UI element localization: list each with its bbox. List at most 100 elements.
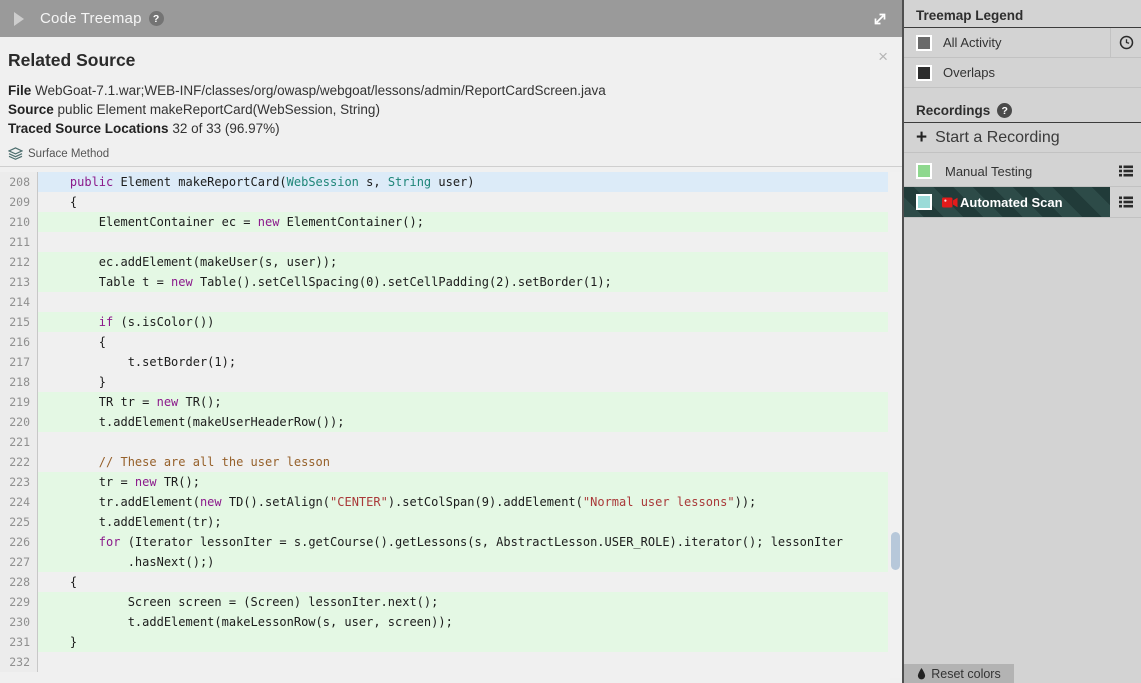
code-text: Table t = new Table().setCellSpacing(0).… xyxy=(38,272,888,292)
code-line-212[interactable]: 212 ec.addElement(makeUser(s, user)); xyxy=(0,252,888,272)
line-number: 216 xyxy=(0,332,38,352)
manual-testing-label: Manual Testing xyxy=(945,163,1033,179)
code-line-209[interactable]: 209 { xyxy=(0,192,888,212)
code-line-225[interactable]: 225 t.addElement(tr); xyxy=(0,512,888,532)
traced-locations-label: Traced Source Locations xyxy=(8,121,169,136)
line-number: 213 xyxy=(0,272,38,292)
source-label: Source xyxy=(8,102,54,117)
code-text: // These are all the user lesson xyxy=(41,455,330,469)
code-text: for (Iterator lessonIter = s.getCourse()… xyxy=(38,532,888,552)
close-icon[interactable]: × xyxy=(878,48,888,65)
source-value: public Element makeReportCard(WebSession… xyxy=(57,102,380,117)
surface-method-label: Surface Method xyxy=(28,147,110,160)
list-icon xyxy=(1118,196,1133,208)
code-line-226[interactable]: 226 for (Iterator lessonIter = s.getCour… xyxy=(0,532,888,552)
automated-scan-menu-button[interactable] xyxy=(1110,187,1141,217)
legend-item-all-activity[interactable]: All Activity xyxy=(904,28,1141,58)
layers-icon xyxy=(8,147,23,160)
code-text: t.addElement(makeUserHeaderRow()); xyxy=(38,412,888,432)
related-source-title: Related Source xyxy=(8,50,136,70)
code-line-222[interactable]: 222 // These are all the user lesson xyxy=(0,452,888,472)
line-number: 209 xyxy=(0,192,38,212)
line-number: 232 xyxy=(0,652,38,672)
code-line-217[interactable]: 217 t.setBorder(1); xyxy=(0,352,888,372)
line-number: 214 xyxy=(0,292,38,312)
code-treemap-app: Code Treemap ? Related Source × File Web… xyxy=(0,0,1141,683)
start-recording-button[interactable]: + Start a Recording xyxy=(904,123,1141,153)
recordings-title: Recordings ? xyxy=(904,95,1141,122)
separator-line xyxy=(0,166,902,167)
code-line-230[interactable]: 230 t.addElement(makeLessonRow(s, user, … xyxy=(0,612,888,632)
related-source-header: Related Source × xyxy=(0,37,902,71)
legend-item-overlaps[interactable]: Overlaps xyxy=(904,58,1141,88)
code-line-218[interactable]: 218 } xyxy=(0,372,888,392)
code-line-215[interactable]: 215 if (s.isColor()) xyxy=(0,312,888,332)
file-value: WebGoat-7.1.war;WEB-INF/classes/org/owas… xyxy=(35,83,606,98)
automated-scan-swatch xyxy=(916,194,932,210)
code-text: ElementContainer ec = new ElementContain… xyxy=(38,212,888,232)
code-line-211[interactable]: 211 xyxy=(0,232,888,252)
overlaps-label: Overlaps xyxy=(943,65,996,80)
line-number: 224 xyxy=(0,492,38,512)
line-number: 218 xyxy=(0,372,38,392)
expand-icon[interactable] xyxy=(872,11,888,27)
code-line-221[interactable]: 221 xyxy=(0,432,888,452)
code-text: tr.addElement(new TD().setAlign("CENTER"… xyxy=(38,492,888,512)
recording-item-manual-testing[interactable]: Manual Testing xyxy=(904,156,1141,187)
code-text: if (s.isColor()) xyxy=(38,312,888,332)
line-number: 217 xyxy=(0,352,38,372)
droplet-icon xyxy=(918,667,926,679)
traced-locations-value: 32 of 33 (96.97%) xyxy=(172,121,280,136)
recording-item-automated-scan[interactable]: Automated Scan xyxy=(904,187,1141,218)
all-activity-swatch xyxy=(916,34,932,51)
code-line-228[interactable]: 228 { xyxy=(0,572,888,592)
clock-icon xyxy=(1119,35,1133,50)
line-number: 225 xyxy=(0,512,38,532)
surface-method-row: Surface Method xyxy=(0,138,902,162)
code-text: t.addElement(tr); xyxy=(38,512,888,532)
code-treemap-header: Code Treemap ? xyxy=(0,0,902,37)
code-line-227[interactable]: 227 .hasNext();) xyxy=(0,552,888,572)
code-text: { xyxy=(41,195,78,209)
code-text: ec.addElement(makeUser(s, user)); xyxy=(38,252,888,272)
help-icon[interactable]: ? xyxy=(148,11,164,26)
code-line-208[interactable]: 208 public Element makeReportCard(WebSes… xyxy=(0,172,888,192)
code-scrollbar-thumb[interactable] xyxy=(891,532,900,570)
code-line-232[interactable]: 232 xyxy=(0,652,888,672)
code-line-216[interactable]: 216 { xyxy=(0,332,888,352)
list-icon xyxy=(1118,165,1133,177)
code-text: Screen screen = (Screen) lessonIter.next… xyxy=(38,592,888,612)
code-line-214[interactable]: 214 xyxy=(0,292,888,312)
line-number: 221 xyxy=(0,432,38,452)
time-filter-button[interactable] xyxy=(1110,28,1141,57)
treemap-legend-title: Treemap Legend xyxy=(916,8,1024,23)
file-label: File xyxy=(8,83,32,98)
code-line-223[interactable]: 223 tr = new TR(); xyxy=(0,472,888,492)
code-scrollbar[interactable] xyxy=(890,172,902,678)
manual-testing-main: Manual Testing xyxy=(904,163,1110,179)
main-panel: Code Treemap ? Related Source × File Web… xyxy=(0,0,902,683)
collapse-triangle-icon[interactable] xyxy=(14,11,24,26)
code-line-229[interactable]: 229 Screen screen = (Screen) lessonIter.… xyxy=(0,592,888,612)
treemap-sidebar: Treemap Legend All Activity Overlaps Rec… xyxy=(902,0,1141,683)
code-line-220[interactable]: 220 t.addElement(makeUserHeaderRow()); xyxy=(0,412,888,432)
manual-testing-menu-button[interactable] xyxy=(1110,156,1141,186)
line-number: 228 xyxy=(0,572,38,592)
reset-colors-button[interactable]: Reset colors xyxy=(904,664,1014,683)
code-line-213[interactable]: 213 Table t = new Table().setCellSpacing… xyxy=(0,272,888,292)
code-line-219[interactable]: 219 TR tr = new TR(); xyxy=(0,392,888,412)
code-line-224[interactable]: 224 tr.addElement(new TD().setAlign("CEN… xyxy=(0,492,888,512)
line-number: 208 xyxy=(0,172,38,192)
code-line-231[interactable]: 231 } xyxy=(0,632,888,652)
code-text: tr = new TR(); xyxy=(38,472,888,492)
code-line-210[interactable]: 210 ElementContainer ec = new ElementCon… xyxy=(0,212,888,232)
recordings-help-icon[interactable]: ? xyxy=(997,103,1013,118)
panel-title: Code Treemap xyxy=(40,10,142,27)
line-number: 226 xyxy=(0,532,38,552)
code-text: } xyxy=(41,375,107,389)
line-number: 215 xyxy=(0,312,38,332)
line-number: 220 xyxy=(0,412,38,432)
